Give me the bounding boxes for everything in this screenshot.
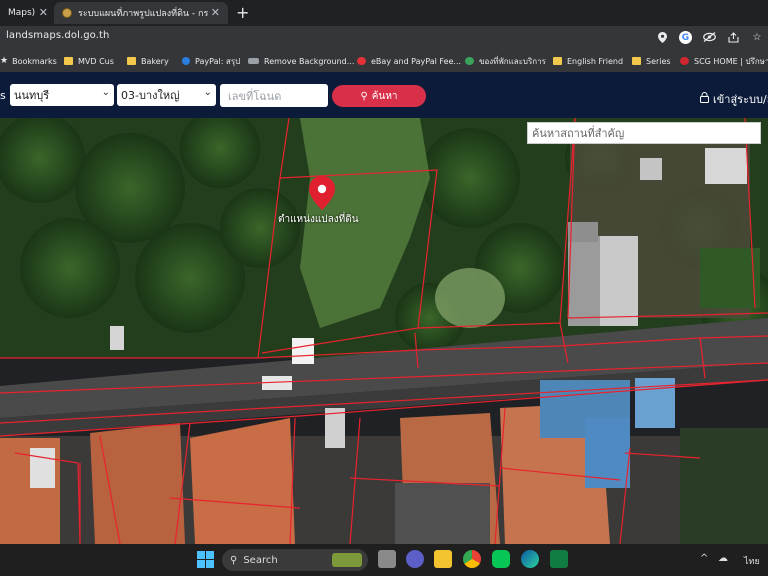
folder-icon xyxy=(632,57,641,65)
line-icon[interactable] xyxy=(492,550,510,568)
login-link[interactable]: เข้าสู่ระบบ/ล xyxy=(700,90,768,108)
car xyxy=(30,448,55,488)
ebay-icon xyxy=(357,57,366,65)
bookmark-label: Bookmarks xyxy=(12,56,57,66)
bookmark-item[interactable]: Bakery xyxy=(127,53,169,69)
bookmark-item[interactable]: MVD Cus xyxy=(64,53,114,69)
satellite-map[interactable] xyxy=(0,118,768,544)
clearing xyxy=(435,268,505,328)
bookmark-label: Remove Background... xyxy=(264,56,355,66)
bookmark-item[interactable]: eBay and PayPal Fee... xyxy=(357,53,461,69)
tab-title: Maps) xyxy=(8,8,36,18)
login-label: เข้าสู่ระบบ/ล xyxy=(713,93,768,106)
tab-landsmaps[interactable]: ระบบแผนที่ภาพรูปแปลงที่ดิน - กรมที่ดิน ✕ xyxy=(54,2,228,24)
folder-icon xyxy=(64,57,73,65)
car xyxy=(292,338,314,364)
url-text[interactable]: landsmaps.dol.go.th xyxy=(6,30,109,41)
windows-start-icon[interactable] xyxy=(197,551,214,568)
pin-label: ตำแหน่งแปลงที่ดิน xyxy=(278,214,359,225)
folder-icon xyxy=(553,57,562,65)
task-view-icon[interactable] xyxy=(378,550,396,568)
bookmark-label: MVD Cus xyxy=(78,56,114,66)
close-icon[interactable]: ✕ xyxy=(211,6,220,19)
eye-off-icon[interactable] xyxy=(702,30,716,44)
bookmark-label: Series xyxy=(646,56,671,66)
language-indicator[interactable]: ไทย xyxy=(744,554,760,568)
taskbar-search[interactable]: ⚲ Search xyxy=(222,549,368,571)
bookmark-item[interactable]: Remove Background... xyxy=(248,53,354,69)
search-icon: ⚲ xyxy=(230,554,238,566)
chevron-down-icon: ⌄ xyxy=(203,87,212,98)
new-tab-icon[interactable]: + xyxy=(236,3,249,22)
province-value: นนทบุรี xyxy=(14,89,50,102)
roof xyxy=(705,148,747,184)
roof xyxy=(190,418,295,544)
car xyxy=(110,326,124,350)
menu-label[interactable]: s xyxy=(0,89,6,102)
bookmark-label: PayPal: สรุป xyxy=(195,56,241,66)
search-button-label: ค้นหา xyxy=(371,90,398,102)
lock-icon xyxy=(700,92,709,106)
roof xyxy=(640,158,662,180)
excel-icon[interactable] xyxy=(550,550,568,568)
bookmark-label: Bakery xyxy=(141,56,169,66)
bookmark-item[interactable]: SCG HOME | ปรึกษา xyxy=(680,53,768,69)
tab-title: ระบบแผนที่ภาพรูปแปลงที่ดิน - กรมที่ดิน xyxy=(78,9,208,19)
edge-icon[interactable] xyxy=(521,550,539,568)
deed-number-input[interactable]: เลขที่โฉนด xyxy=(220,84,328,107)
bookmark-item[interactable]: English Friend xyxy=(553,53,623,69)
chrome-icon[interactable] xyxy=(463,550,481,568)
shield-icon xyxy=(465,57,474,65)
location-icon[interactable] xyxy=(655,30,669,44)
dol-favicon-icon xyxy=(62,8,72,18)
bookmark-star-icon[interactable]: ☆ xyxy=(750,30,764,44)
bookmark-item[interactable]: Series xyxy=(632,53,671,69)
search-icon: ⚲ xyxy=(360,90,368,102)
chevron-up-icon[interactable]: ^ xyxy=(700,553,708,564)
roof xyxy=(90,423,185,544)
paypal-icon xyxy=(182,57,190,65)
bookmark-label: ของที่พักและบริการ xyxy=(479,56,546,66)
star-icon: ★ xyxy=(0,56,9,66)
bookmark-item[interactable]: ★ Bookmarks xyxy=(0,53,57,69)
chevron-down-icon: ⌄ xyxy=(101,87,110,98)
tree xyxy=(680,428,768,544)
bookmark-item[interactable]: ของที่พักและบริการ xyxy=(465,53,546,69)
roof xyxy=(568,222,598,242)
amphoe-select[interactable]: 03-บางใหญ่ ⌄ xyxy=(117,84,216,106)
bookmark-item[interactable]: PayPal: สรุป xyxy=(182,53,240,69)
search-highlight-icon xyxy=(332,553,362,567)
roof xyxy=(395,483,490,544)
taskbar-search-label: Search xyxy=(243,554,278,566)
bookmark-label: SCG HOME | ปรึกษา xyxy=(694,56,768,66)
bookmark-label: English Friend xyxy=(567,56,624,66)
share-icon[interactable] xyxy=(726,30,740,44)
teams-icon[interactable] xyxy=(406,550,424,568)
tab-maps[interactable]: Maps) ✕ xyxy=(0,2,56,24)
bookmark-label: eBay and PayPal Fee... xyxy=(371,56,462,66)
province-select[interactable]: นนทบุรี ⌄ xyxy=(10,84,114,106)
search-button[interactable]: ⚲ ค้นหา xyxy=(332,85,426,107)
amphoe-value: 03-บางใหญ่ xyxy=(121,89,180,102)
scg-icon xyxy=(680,57,689,65)
folder-icon xyxy=(127,57,136,65)
close-icon[interactable]: ✕ xyxy=(39,6,48,19)
place-search-input[interactable]: ค้นหาสถานที่สำคัญ xyxy=(527,122,761,144)
cloud-icon[interactable]: ☁ xyxy=(718,553,728,564)
file-explorer-icon[interactable] xyxy=(434,550,452,568)
address-bar xyxy=(0,26,768,51)
roof xyxy=(600,236,638,326)
google-lens-icon[interactable]: G xyxy=(679,31,692,44)
remove-bg-icon xyxy=(248,58,259,64)
tree xyxy=(700,248,760,308)
